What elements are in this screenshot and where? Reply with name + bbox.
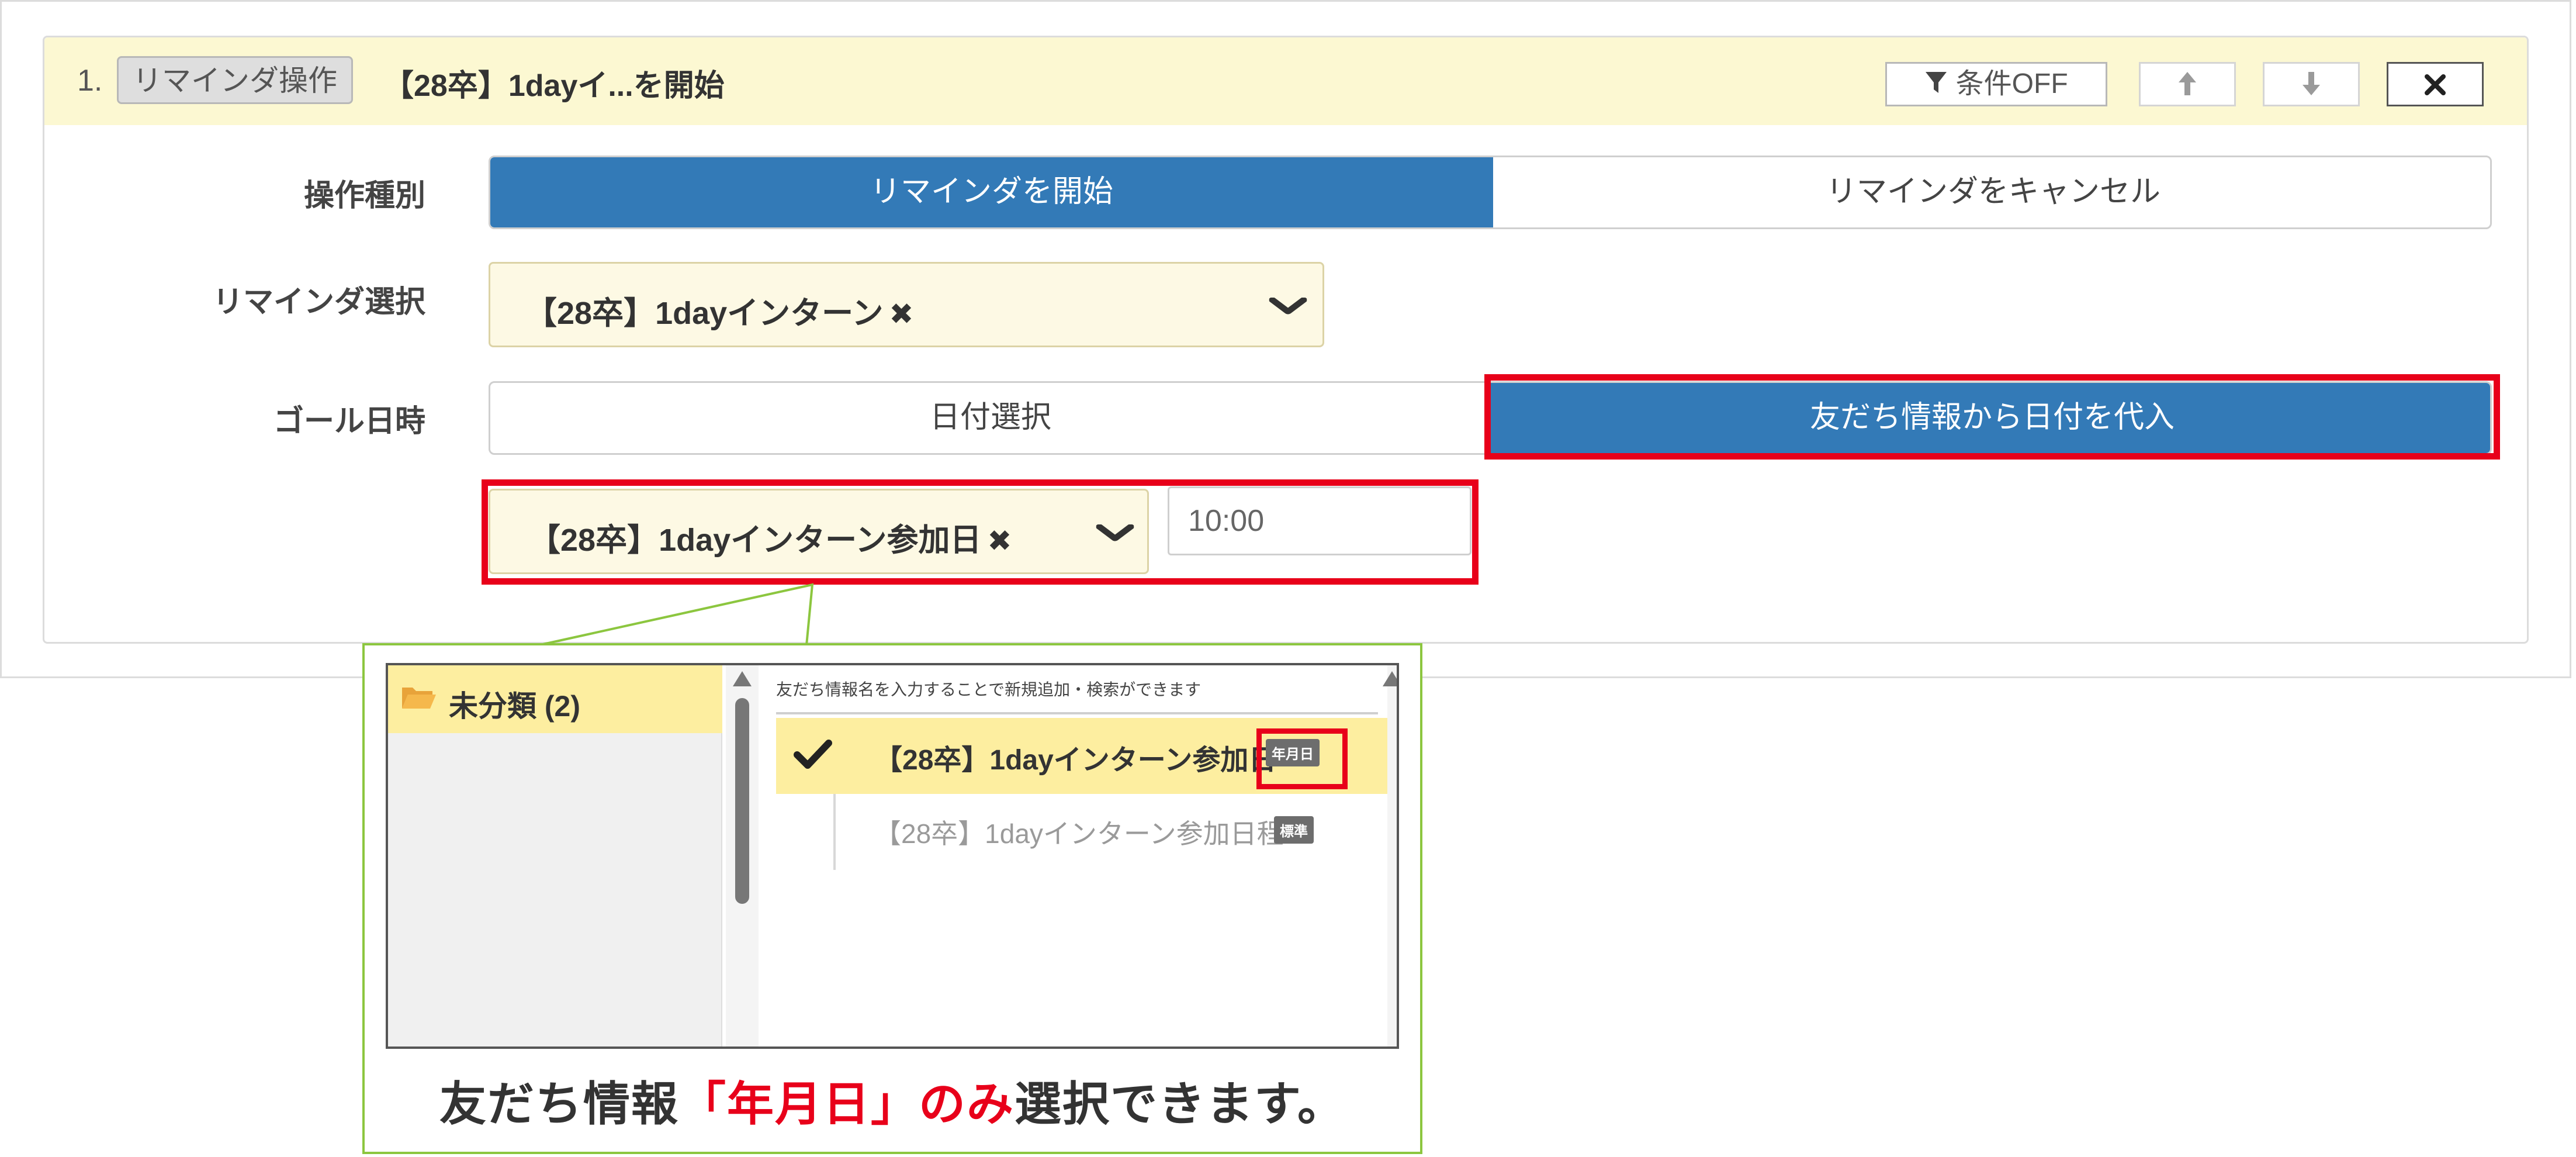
folder-open-icon (401, 683, 437, 710)
note-text-highlight: 「年月日」のみ (679, 1078, 1015, 1130)
folder-scrollbar[interactable] (726, 665, 759, 1047)
list-scrollbar[interactable] (1383, 665, 1397, 1047)
note-text-before: 友だち情報 (439, 1078, 679, 1130)
folder-pane: 未分類 (2) (388, 665, 722, 1047)
dropdown-screenshot: 未分類 (2) 友だち情報名を入力することで新規追加・検索ができます 【28卒】… (386, 663, 1399, 1049)
folder-label: 未分類 (2) (449, 690, 580, 723)
list-item-selected[interactable]: 【28卒】1dayインターン参加日 年月日 (776, 718, 1387, 794)
callout-box: 未分類 (2) 友だち情報名を入力することで新規追加・検索ができます 【28卒】… (362, 643, 1422, 1154)
callout-note: 友だち情報「年月日」のみ選択できます。 (365, 1066, 1420, 1134)
list-item-label: 【28卒】1dayインターン参加日程 (874, 818, 1284, 849)
checkmark-icon (794, 735, 832, 779)
scroll-up-icon[interactable] (1383, 671, 1397, 686)
scroll-thumb[interactable] (735, 698, 749, 904)
friend-info-list: 友だち情報名を入力することで新規追加・検索ができます 【28卒】1dayインター… (759, 665, 1397, 1047)
note-text-after: 選択できます。 (1015, 1078, 1345, 1130)
scroll-up-icon[interactable] (733, 671, 752, 686)
folder-item-uncategorized[interactable]: 未分類 (2) (388, 665, 722, 733)
highlight-date-tag (1256, 728, 1348, 789)
hint-divider (776, 712, 1378, 714)
list-item-label: 【28卒】1dayインターン参加日 (874, 745, 1277, 776)
list-item[interactable]: 【28卒】1dayインターン参加日程 標準 (776, 794, 1387, 870)
type-tag-standard: 標準 (1274, 816, 1314, 844)
search-hint: 友だち情報名を入力することで新規追加・検索ができます (776, 681, 1202, 699)
